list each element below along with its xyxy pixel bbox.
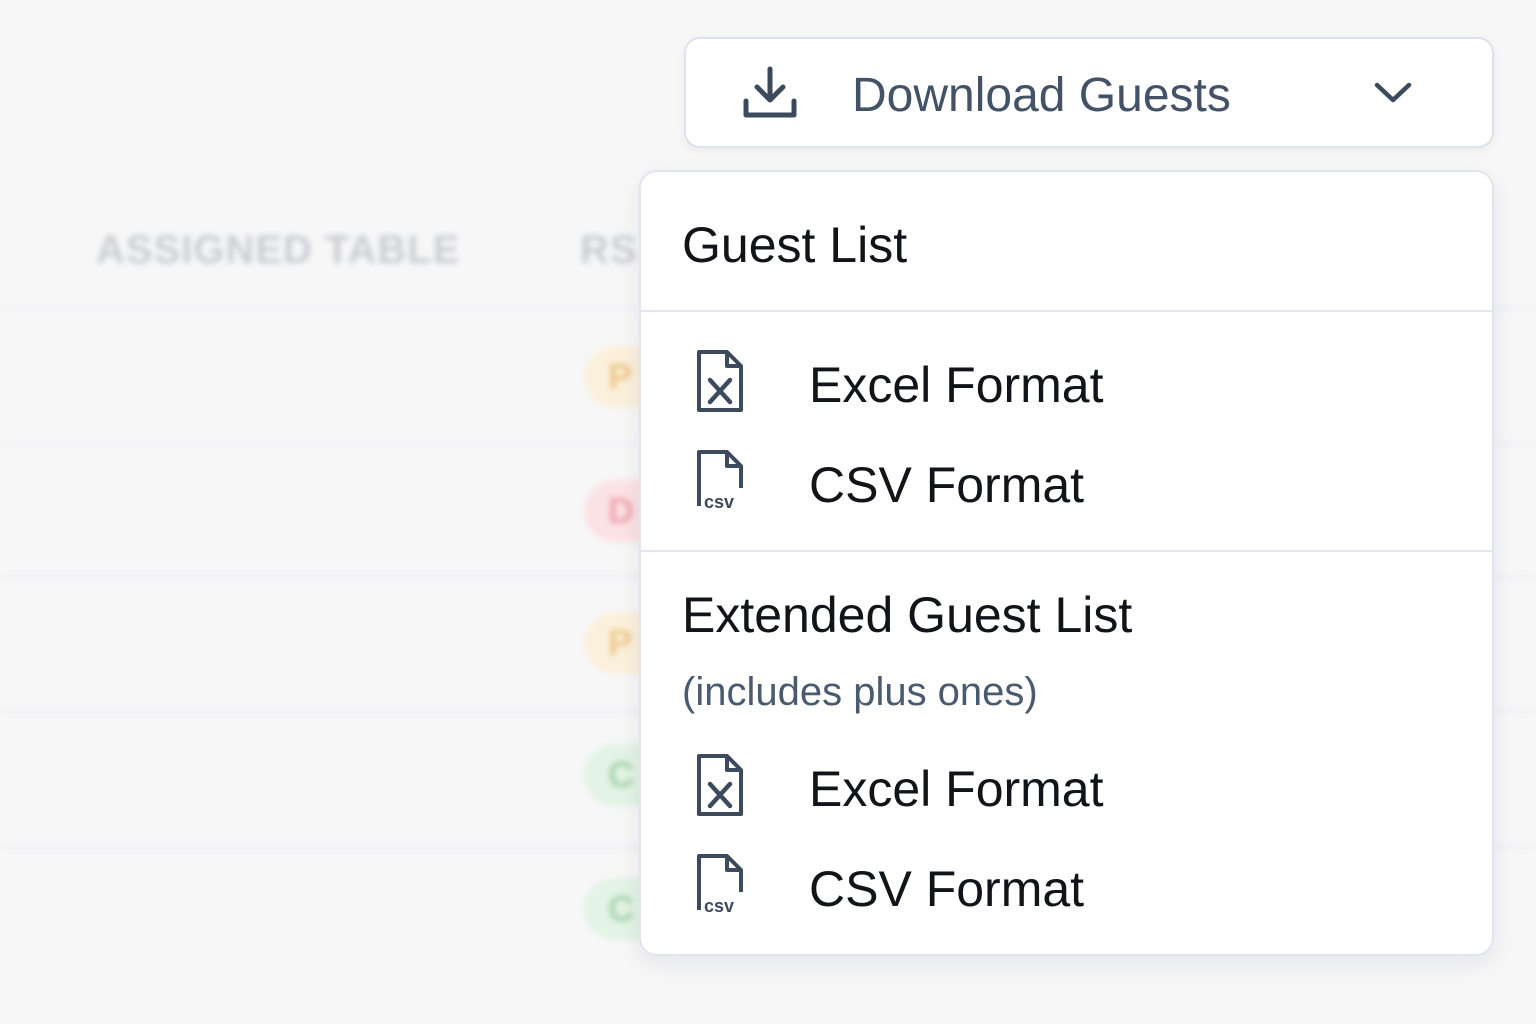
download-guests-button[interactable]: Download Guests xyxy=(684,37,1494,148)
app-screen: ASSIGNED TABLE RS P D P C C Download Gue… xyxy=(0,0,1536,1024)
svg-text:csv: csv xyxy=(704,492,734,512)
svg-text:csv: csv xyxy=(704,896,734,916)
excel-file-icon xyxy=(697,350,743,412)
menu-item-label: CSV Format xyxy=(809,861,1085,917)
download-icon xyxy=(743,66,797,118)
download-guests-label: Download Guests xyxy=(852,69,1231,122)
menu-divider xyxy=(641,550,1492,552)
csv-file-icon: csv xyxy=(697,450,743,512)
csv-file-icon: csv xyxy=(697,854,743,916)
menu-item-extended-excel[interactable]: Excel Format xyxy=(661,746,1476,832)
section-title-guest-list: Guest List xyxy=(682,217,908,273)
menu-item-extended-csv[interactable]: csv CSV Format xyxy=(661,846,1476,932)
menu-item-label: CSV Format xyxy=(809,457,1085,513)
column-header-rsvp: RS xyxy=(580,228,638,272)
section-title-extended-guest-list: Extended Guest List xyxy=(682,587,1133,643)
menu-item-label: Excel Format xyxy=(809,761,1104,817)
section-subtitle: (includes plus ones) xyxy=(682,670,1038,714)
menu-item-guest-list-csv[interactable]: csv CSV Format xyxy=(661,442,1476,528)
download-dropdown-menu: Guest List Excel Format csv CSV Format E… xyxy=(639,170,1494,956)
column-header-assigned-table: ASSIGNED TABLE xyxy=(96,228,461,272)
menu-divider xyxy=(641,310,1492,312)
chevron-down-icon xyxy=(1374,82,1412,103)
menu-item-guest-list-excel[interactable]: Excel Format xyxy=(661,342,1476,428)
excel-file-icon xyxy=(697,754,743,816)
menu-item-label: Excel Format xyxy=(809,357,1104,413)
